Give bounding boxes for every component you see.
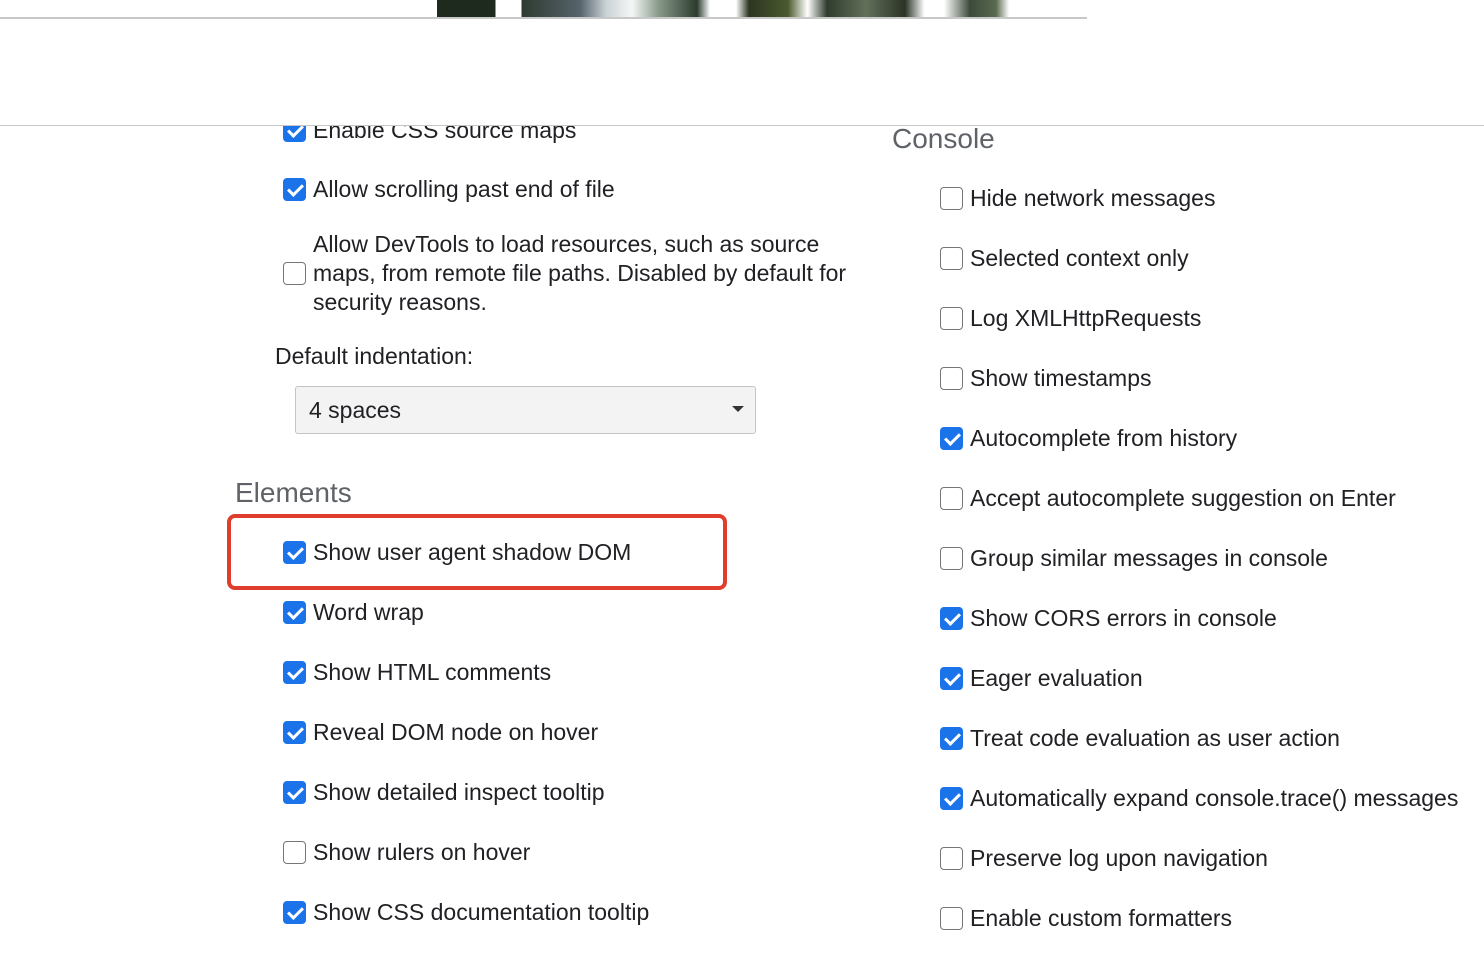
checkbox[interactable] (283, 262, 306, 285)
setting-label: Word wrap (313, 599, 424, 625)
setting-label: Show user agent shadow DOM (313, 539, 632, 565)
page-image-fragment (437, 0, 1087, 18)
setting-show-html-comments[interactable]: Show HTML comments (283, 658, 551, 686)
checkbox[interactable] (940, 426, 963, 450)
checkbox[interactable] (283, 780, 306, 804)
setting-enable-custom-formatters[interactable]: Enable custom formatters (940, 904, 1232, 932)
setting-label: Allow scrolling past end of file (313, 176, 615, 202)
header-divider (0, 125, 1484, 126)
checkbox[interactable] (940, 666, 963, 690)
setting-eager-evaluation[interactable]: Eager evaluation (940, 664, 1143, 692)
settings-scroll-content[interactable]: Enable CSS source maps Allow scrolling p… (0, 126, 1484, 980)
setting-remote-file-paths[interactable]: Allow DevTools to load resources, such a… (283, 230, 853, 317)
checkbox[interactable] (283, 660, 306, 684)
indentation-select[interactable]: 4 spaces (295, 386, 756, 434)
devtools-settings-screen: Enable CSS source maps Allow scrolling p… (0, 0, 1484, 980)
setting-selected-context-only[interactable]: Selected context only (940, 244, 1189, 272)
setting-label: Reveal DOM node on hover (313, 719, 599, 745)
checkbox[interactable] (940, 726, 963, 750)
setting-label: Automatically expand console.trace() mes… (970, 785, 1459, 811)
setting-autocomplete-from-history[interactable]: Autocomplete from history (940, 424, 1237, 452)
setting-show-rulers-on-hover[interactable]: Show rulers on hover (283, 838, 530, 866)
setting-css-source-maps[interactable]: Enable CSS source maps (283, 126, 576, 144)
setting-label: Hide network messages (970, 185, 1216, 211)
checkbox[interactable] (940, 906, 963, 930)
setting-log-xmlhttprequests[interactable]: Log XMLHttpRequests (940, 304, 1201, 332)
indentation-value: 4 spaces (309, 396, 402, 423)
checkbox[interactable] (940, 366, 963, 390)
setting-allow-scroll-past-end[interactable]: Allow scrolling past end of file (283, 175, 615, 203)
setting-hide-network-messages[interactable]: Hide network messages (940, 184, 1215, 212)
setting-label: Show detailed inspect tooltip (313, 779, 605, 805)
setting-show-detailed-inspect-tooltip[interactable]: Show detailed inspect tooltip (283, 778, 605, 806)
checkbox[interactable] (283, 126, 306, 142)
indentation-label: Default indentation: (275, 343, 474, 369)
setting-show-timestamps[interactable]: Show timestamps (940, 364, 1152, 392)
checkbox[interactable] (283, 840, 306, 864)
checkbox[interactable] (940, 186, 963, 210)
checkbox[interactable] (283, 540, 306, 564)
page-behind-strip (0, 0, 1484, 19)
checkbox[interactable] (283, 900, 306, 924)
setting-preserve-log-upon-navigation[interactable]: Preserve log upon navigation (940, 844, 1268, 872)
section-title-elements: Elements (235, 477, 352, 508)
setting-automatically-expand-console-trace-messages[interactable]: Automatically expand console.trace() mes… (940, 784, 1458, 812)
setting-accept-autocomplete-suggestion-on-enter[interactable]: Accept autocomplete suggestion on Enter (940, 484, 1396, 512)
checkbox[interactable] (283, 177, 306, 201)
checkbox[interactable] (283, 600, 306, 624)
setting-treat-code-evaluation-as-user-action[interactable]: Treat code evaluation as user action (940, 724, 1340, 752)
checkbox[interactable] (940, 486, 963, 510)
section-title-console: Console (892, 126, 995, 154)
setting-label: Log XMLHttpRequests (970, 305, 1202, 331)
checkbox[interactable] (940, 846, 963, 870)
setting-label: Show CORS errors in console (970, 605, 1277, 631)
chevron-down-icon (732, 406, 744, 412)
settings-header-area (0, 19, 1484, 125)
setting-label: Selected context only (970, 245, 1189, 271)
setting-label: Group similar messages in console (970, 545, 1328, 571)
setting-label: Enable custom formatters (970, 905, 1233, 931)
setting-label: Autocomplete from history (970, 425, 1238, 451)
setting-label: Enable CSS source maps (313, 126, 577, 143)
setting-group-similar-messages-in-console[interactable]: Group similar messages in console (940, 544, 1328, 572)
checkbox[interactable] (283, 720, 306, 744)
setting-label: Allow DevTools to load resources, such a… (313, 231, 847, 315)
checkbox[interactable] (940, 546, 963, 570)
setting-show-cors-errors-in-console[interactable]: Show CORS errors in console (940, 604, 1277, 632)
setting-reveal-dom-node-on-hover[interactable]: Reveal DOM node on hover (283, 718, 598, 746)
setting-label: Accept autocomplete suggestion on Enter (970, 485, 1396, 511)
checkbox[interactable] (940, 246, 963, 270)
setting-word-wrap[interactable]: Word wrap (283, 598, 424, 626)
setting-label: Treat code evaluation as user action (970, 725, 1340, 751)
checkbox[interactable] (940, 306, 963, 330)
setting-show-user-agent-shadow-dom[interactable]: Show user agent shadow DOM (283, 538, 631, 566)
checkbox[interactable] (940, 606, 963, 630)
setting-label: Show CSS documentation tooltip (313, 899, 650, 925)
setting-label: Show rulers on hover (313, 839, 531, 865)
setting-label: Show HTML comments (313, 659, 552, 685)
setting-label: Eager evaluation (970, 665, 1143, 691)
setting-show-css-documentation-tooltip[interactable]: Show CSS documentation tooltip (283, 898, 649, 926)
setting-label: Preserve log upon navigation (970, 845, 1268, 871)
setting-label: Show timestamps (970, 365, 1152, 391)
checkbox[interactable] (940, 786, 963, 810)
